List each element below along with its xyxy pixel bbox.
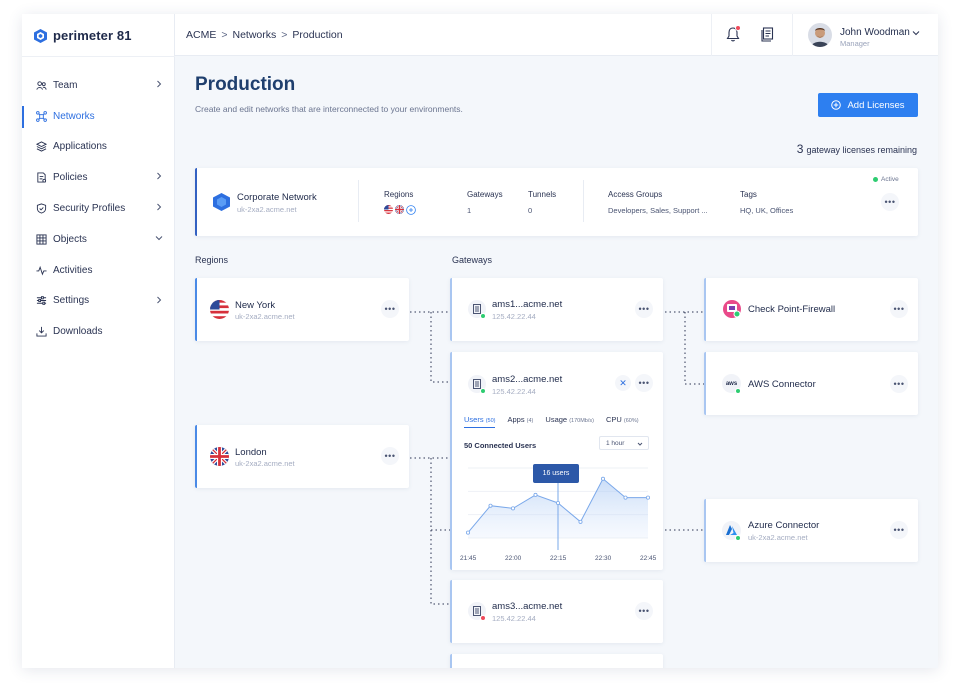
chart-point [645,495,650,500]
gateway-name: ams3...acme.net [492,601,563,612]
chart-point [466,530,471,535]
tab-label: Usage [545,415,568,424]
tab-count: (50) [485,418,496,424]
us-flag-icon [210,300,229,319]
connected-users-label: 50 Connected Users [464,441,537,450]
region-name: New York [235,300,276,311]
more-options-button[interactable]: ••• [890,375,908,393]
chart-point [578,519,583,524]
chart-x-tick-label: 22:15 [550,555,567,562]
time-range-select[interactable]: 1 hour [599,436,649,450]
chart-tooltip: 16 users [533,464,579,483]
chevron-down-icon [637,442,643,446]
gateway-card-ams1[interactable]: ams1...acme.net 125.42.22.44 ••• [450,278,663,341]
chart-point [623,495,628,500]
region-host: uk-2xa2.acme.net [235,312,295,321]
tab-usage[interactable]: Usage (170Mb/s) [545,415,594,428]
region-host: uk-2xa2.acme.net [235,459,295,468]
more-options-button[interactable]: ••• [635,602,653,620]
chart-x-tick-label: 22:45 [640,555,657,562]
tab-count: (170Mb/s) [569,418,594,424]
tab-count: (60%) [623,418,639,424]
gateway-card-partial[interactable] [450,654,663,668]
gateway-tabs: Users (50) Apps (4) Usage (170Mb/s) CPU … [464,415,639,428]
chart-x-tick-label: 21:45 [460,555,477,562]
more-options-button[interactable]: ••• [890,300,908,318]
chart-point [511,506,516,511]
gateway-status-dot [480,313,486,319]
connector-status-dot [735,535,741,541]
close-icon[interactable]: ✕ [615,375,631,391]
chart-point [533,492,538,497]
connector-card-checkpoint[interactable]: Check Point-Firewall ••• [704,278,918,341]
tab-count: (4) [526,418,534,424]
more-options-button[interactable]: ••• [890,521,908,539]
more-options-button[interactable]: ••• [381,447,399,465]
checkpoint-icon [723,300,741,318]
time-range-value: 1 hour [606,439,625,447]
gateway-ip: 125.42.22.44 [492,387,536,396]
gateway-ip: 125.42.22.44 [492,312,536,321]
gateway-name: ams2...acme.net [492,374,563,385]
connector-host: uk-2xa2.acme.net [748,533,808,542]
more-options-button[interactable]: ••• [635,300,653,318]
more-options-button[interactable]: ••• [635,374,653,392]
connector-status-dot [735,388,741,394]
connector-name: AWS Connector [748,379,816,390]
uk-flag-icon [210,447,229,466]
tab-label: CPU [605,415,622,424]
tab-users[interactable]: Users (50) [464,415,496,428]
gateway-status-dot [480,615,486,621]
connector-name: Azure Connector [748,520,820,531]
tab-label: Apps [507,415,525,424]
connector-name: Check Point-Firewall [748,304,836,315]
more-options-button[interactable]: ••• [381,300,399,318]
chart-point [488,503,493,508]
connector-card-aws[interactable]: aws AWS Connector ••• [704,352,918,415]
gateway-name: ams1...acme.net [492,299,563,310]
connector-card-azure[interactable]: Azure Connector uk-2xa2.acme.net ••• [704,499,918,562]
gateway-status-dot [480,388,486,394]
gateway-card-ams2-expanded[interactable]: ams2...acme.net 125.42.22.44 ✕ ••• Users… [450,352,663,570]
tab-cpu[interactable]: CPU (60%) [606,415,639,428]
gateway-card-ams3[interactable]: ams3...acme.net 125.42.22.44 ••• [450,580,663,643]
chart-x-tick-label: 22:30 [595,555,612,562]
region-name: London [235,447,267,458]
region-card-london[interactable]: London uk-2xa2.acme.net ••• [195,425,409,488]
chart-point [600,476,605,481]
gateway-ip: 125.42.22.44 [492,614,536,623]
tab-label: Users [464,415,484,424]
tab-apps[interactable]: Apps (4) [507,415,533,428]
chart-x-tick-label: 22:00 [505,555,522,562]
chart-point [556,501,561,506]
region-card-new-york[interactable]: New York uk-2xa2.acme.net ••• [195,278,409,341]
app-window: perimeter 81 Team Networks Applications … [22,14,938,668]
